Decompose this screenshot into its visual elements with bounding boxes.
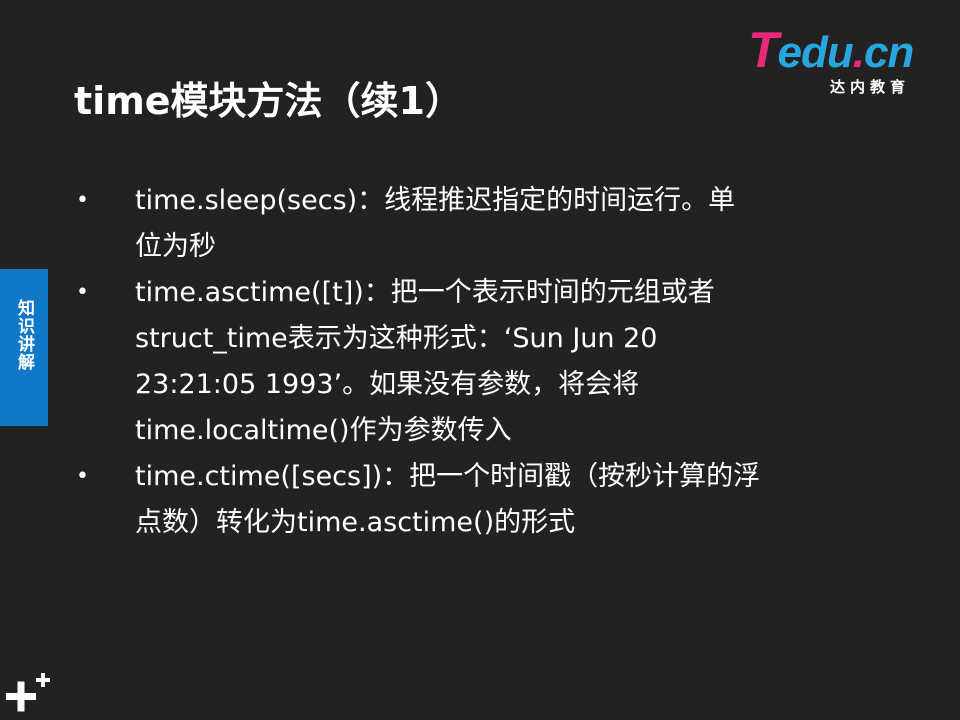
bullet-line: 位为秒 <box>135 231 216 262</box>
bullet-line: 点数）转化为time.asctime()的形式 <box>135 507 576 538</box>
bullet-marker: • <box>76 464 89 489</box>
bullet-line: 23:21:05 1993’。如果没有参数，将会将 <box>135 369 640 400</box>
bullet-item: • time.ctime([secs])：把一个时间戳（按秒计算的浮 点数）转化… <box>76 454 866 546</box>
bullet-item: • time.sleep(secs)：线程推迟指定的时间运行。单 位为秒 <box>76 178 866 270</box>
bullet-line: time.asctime([t])：把一个表示时间的元组或者 <box>135 277 715 308</box>
bullet-marker: • <box>76 280 89 305</box>
logo-subtitle: 达内教育 <box>830 78 911 96</box>
bullet-line: time.localtime()作为参数传入 <box>135 415 512 446</box>
bullet-line: struct_time表示为这种形式：‘Sun Jun 20 <box>135 323 658 354</box>
logo-wordmark: Tedu.cn <box>748 22 914 78</box>
bullet-marker: • <box>76 188 89 213</box>
bullet-item: • time.asctime([t])：把一个表示时间的元组或者 struct_… <box>76 270 866 454</box>
bullet-list: • time.sleep(secs)：线程推迟指定的时间运行。单 位为秒 • t… <box>76 178 866 546</box>
side-tab-label: 知识讲解 <box>14 299 34 371</box>
bullet-line: time.sleep(secs)：线程推迟指定的时间运行。单 <box>135 185 736 216</box>
bullet-line: time.ctime([secs])：把一个时间戳（按秒计算的浮 <box>135 461 761 492</box>
slide-title: time模块方法（续1） <box>74 79 463 123</box>
side-tab: 知识讲解 <box>0 269 48 426</box>
plus-icon <box>6 673 50 712</box>
tedu-logo: Tedu.cn 达内教育 <box>748 22 938 98</box>
